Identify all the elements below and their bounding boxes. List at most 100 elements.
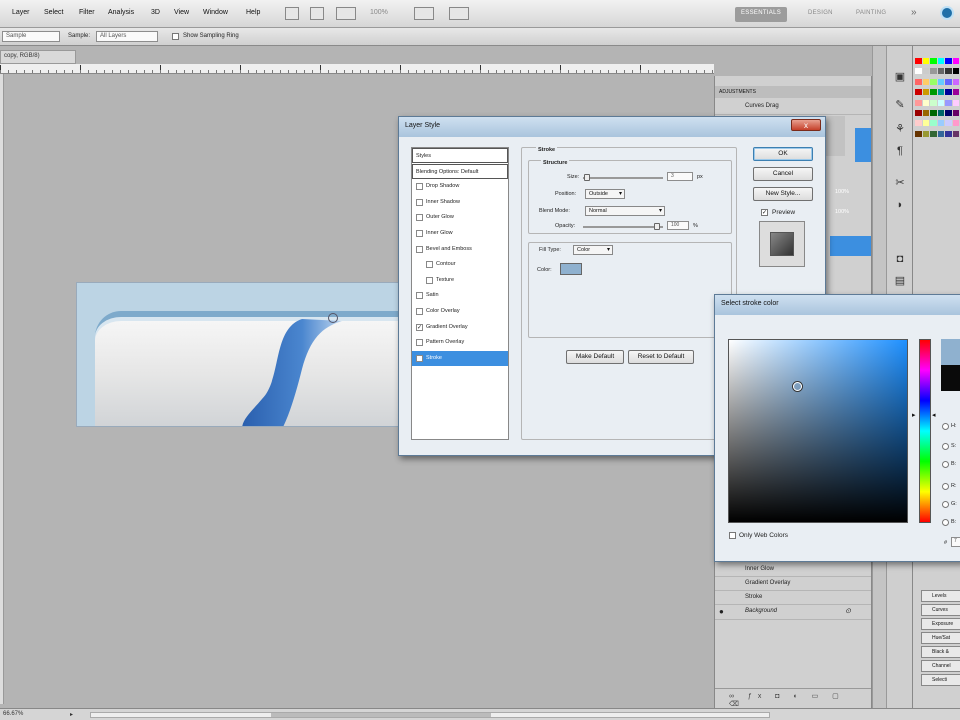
style-item-drop-shadow[interactable]: Drop Shadow bbox=[412, 179, 508, 194]
sample-layers-select[interactable]: All Layers bbox=[96, 31, 158, 42]
swatch-cell[interactable] bbox=[952, 130, 959, 137]
swatch-cell[interactable] bbox=[945, 58, 952, 64]
swatch-cell[interactable] bbox=[952, 78, 959, 85]
size-slider[interactable] bbox=[583, 177, 663, 179]
swatch-cell[interactable] bbox=[915, 120, 922, 127]
cancel-button[interactable]: Cancel bbox=[753, 167, 813, 181]
menu-3d[interactable]: 3D bbox=[151, 9, 160, 16]
swatch-cell[interactable] bbox=[937, 58, 944, 64]
horizontal-scrollbar[interactable] bbox=[90, 712, 770, 718]
radio-g[interactable] bbox=[942, 501, 949, 508]
style-checkbox[interactable]: ✓ bbox=[416, 354, 423, 362]
adjust-curves[interactable]: Curves bbox=[921, 604, 960, 616]
style-item-stroke[interactable]: ✓ Stroke bbox=[412, 350, 508, 366]
style-item-satin[interactable]: Satin bbox=[412, 288, 508, 303]
adjust-levels[interactable]: Levels bbox=[921, 590, 960, 602]
swatch-cell[interactable] bbox=[922, 58, 929, 64]
document-tab[interactable]: copy, RGB/8) bbox=[0, 50, 76, 64]
menu-window[interactable]: Window bbox=[203, 9, 228, 16]
workspace-overflow[interactable]: » bbox=[911, 7, 917, 18]
radio-r[interactable] bbox=[942, 483, 949, 490]
adjust-hue-sat[interactable]: Hue/Sat bbox=[921, 632, 960, 644]
swatch-cell[interactable] bbox=[945, 109, 952, 116]
clone-icon[interactable]: ⚘ bbox=[892, 122, 908, 137]
effect-row-stroke[interactable]: Stroke bbox=[715, 591, 871, 605]
only-web-colors-checkbox[interactable] bbox=[729, 532, 736, 539]
make-default-button[interactable]: Make Default bbox=[566, 350, 624, 364]
swatch-cell[interactable] bbox=[945, 68, 952, 75]
style-item-outer-glow[interactable]: Outer Glow bbox=[412, 210, 508, 225]
color-field-cursor[interactable] bbox=[793, 382, 802, 391]
screen-mode-icon[interactable] bbox=[449, 7, 469, 20]
style-item-inner-glow[interactable]: Inner Glow bbox=[412, 226, 508, 241]
style-item-bevel-and-emboss[interactable]: Bevel and Emboss bbox=[412, 242, 508, 257]
arrange-documents-icon[interactable] bbox=[414, 7, 434, 20]
style-checkbox[interactable] bbox=[416, 308, 423, 315]
scrollbar-thumb[interactable] bbox=[271, 713, 491, 717]
swatch-cell[interactable] bbox=[952, 99, 959, 106]
swatch-cell[interactable] bbox=[945, 78, 952, 85]
style-checkbox[interactable] bbox=[426, 276, 433, 284]
workspace-essentials[interactable]: ESSENTIALS bbox=[735, 7, 788, 22]
blend-mode-dropdown[interactable]: Normal bbox=[585, 206, 665, 216]
style-checkbox[interactable] bbox=[416, 198, 423, 206]
swatch-cell[interactable] bbox=[915, 68, 922, 75]
workspace-design[interactable]: DESIGN bbox=[802, 7, 839, 22]
swatch-cell[interactable] bbox=[922, 120, 929, 127]
hex-input[interactable]: 7 bbox=[951, 537, 960, 547]
swatch-cell[interactable] bbox=[945, 99, 952, 106]
menu-layer[interactable]: Layer bbox=[12, 9, 30, 16]
swatch-cell[interactable] bbox=[930, 58, 937, 64]
swatch-cell[interactable] bbox=[922, 99, 929, 106]
swatch-cell[interactable] bbox=[930, 130, 937, 137]
status-arrow-icon[interactable]: ▸ bbox=[70, 711, 73, 718]
swatch-cell[interactable] bbox=[922, 130, 929, 137]
workspace-painting[interactable]: PAINTING bbox=[850, 7, 892, 22]
layer-row-curves[interactable]: Curves Drag bbox=[715, 100, 871, 115]
swatch-cell[interactable] bbox=[952, 68, 959, 75]
canvas-artwork[interactable] bbox=[76, 282, 406, 427]
style-checkbox[interactable] bbox=[426, 261, 433, 269]
brush-icon[interactable]: ✎ bbox=[892, 98, 908, 113]
character-icon[interactable]: ¶ bbox=[892, 144, 908, 159]
swatch-cell[interactable] bbox=[922, 68, 929, 75]
style-item-contour[interactable]: Contour bbox=[412, 257, 508, 272]
style-checkbox[interactable] bbox=[416, 245, 423, 253]
swatch-cell[interactable] bbox=[937, 120, 944, 127]
hue-slider-left-arrow[interactable]: ▸ bbox=[912, 411, 916, 419]
swatch-cell[interactable] bbox=[930, 109, 937, 116]
swatch-cell[interactable] bbox=[922, 109, 929, 116]
zoom-status[interactable]: 66.67% bbox=[3, 711, 23, 717]
tools-icon[interactable]: ✂ bbox=[892, 176, 908, 191]
radio-h[interactable] bbox=[942, 423, 949, 430]
swatch-cell[interactable] bbox=[915, 78, 922, 85]
style-item-blending-options-default[interactable]: Blending Options: Default bbox=[412, 163, 508, 179]
swatch-cell[interactable] bbox=[915, 58, 922, 64]
hue-slider-right-arrow[interactable]: ◂ bbox=[932, 411, 936, 419]
style-item-color-overlay[interactable]: Color Overlay bbox=[412, 304, 508, 319]
style-item-styles[interactable]: Styles bbox=[412, 148, 508, 163]
active-layer-highlight[interactable] bbox=[830, 236, 871, 256]
size-slider-knob[interactable] bbox=[584, 174, 590, 181]
swatches-grid[interactable] bbox=[915, 58, 959, 140]
hue-slider[interactable] bbox=[919, 339, 931, 523]
swatch-cell[interactable] bbox=[937, 99, 944, 106]
style-checkbox[interactable] bbox=[416, 183, 423, 191]
style-checkbox[interactable] bbox=[416, 214, 423, 222]
adjust-selective-color[interactable]: Selecti bbox=[921, 674, 960, 686]
stroke-color-swatch[interactable] bbox=[560, 263, 582, 275]
menu-select[interactable]: Select bbox=[44, 9, 63, 16]
style-checkbox[interactable] bbox=[416, 230, 423, 237]
swatch-cell[interactable] bbox=[915, 109, 922, 116]
swatch-cell[interactable] bbox=[930, 78, 937, 85]
swatch-cell[interactable] bbox=[922, 78, 929, 85]
style-checkbox[interactable] bbox=[416, 339, 423, 347]
swatch-cell[interactable] bbox=[915, 99, 922, 106]
adjust-exposure[interactable]: Exposure bbox=[921, 618, 960, 630]
swatch-cell[interactable] bbox=[952, 58, 959, 64]
history-icon[interactable]: ▣ bbox=[892, 70, 908, 85]
swatch-cell[interactable] bbox=[937, 109, 944, 116]
menu-view[interactable]: View bbox=[174, 9, 189, 16]
swatch-cell[interactable] bbox=[945, 89, 952, 96]
radio-blue[interactable] bbox=[942, 519, 949, 526]
